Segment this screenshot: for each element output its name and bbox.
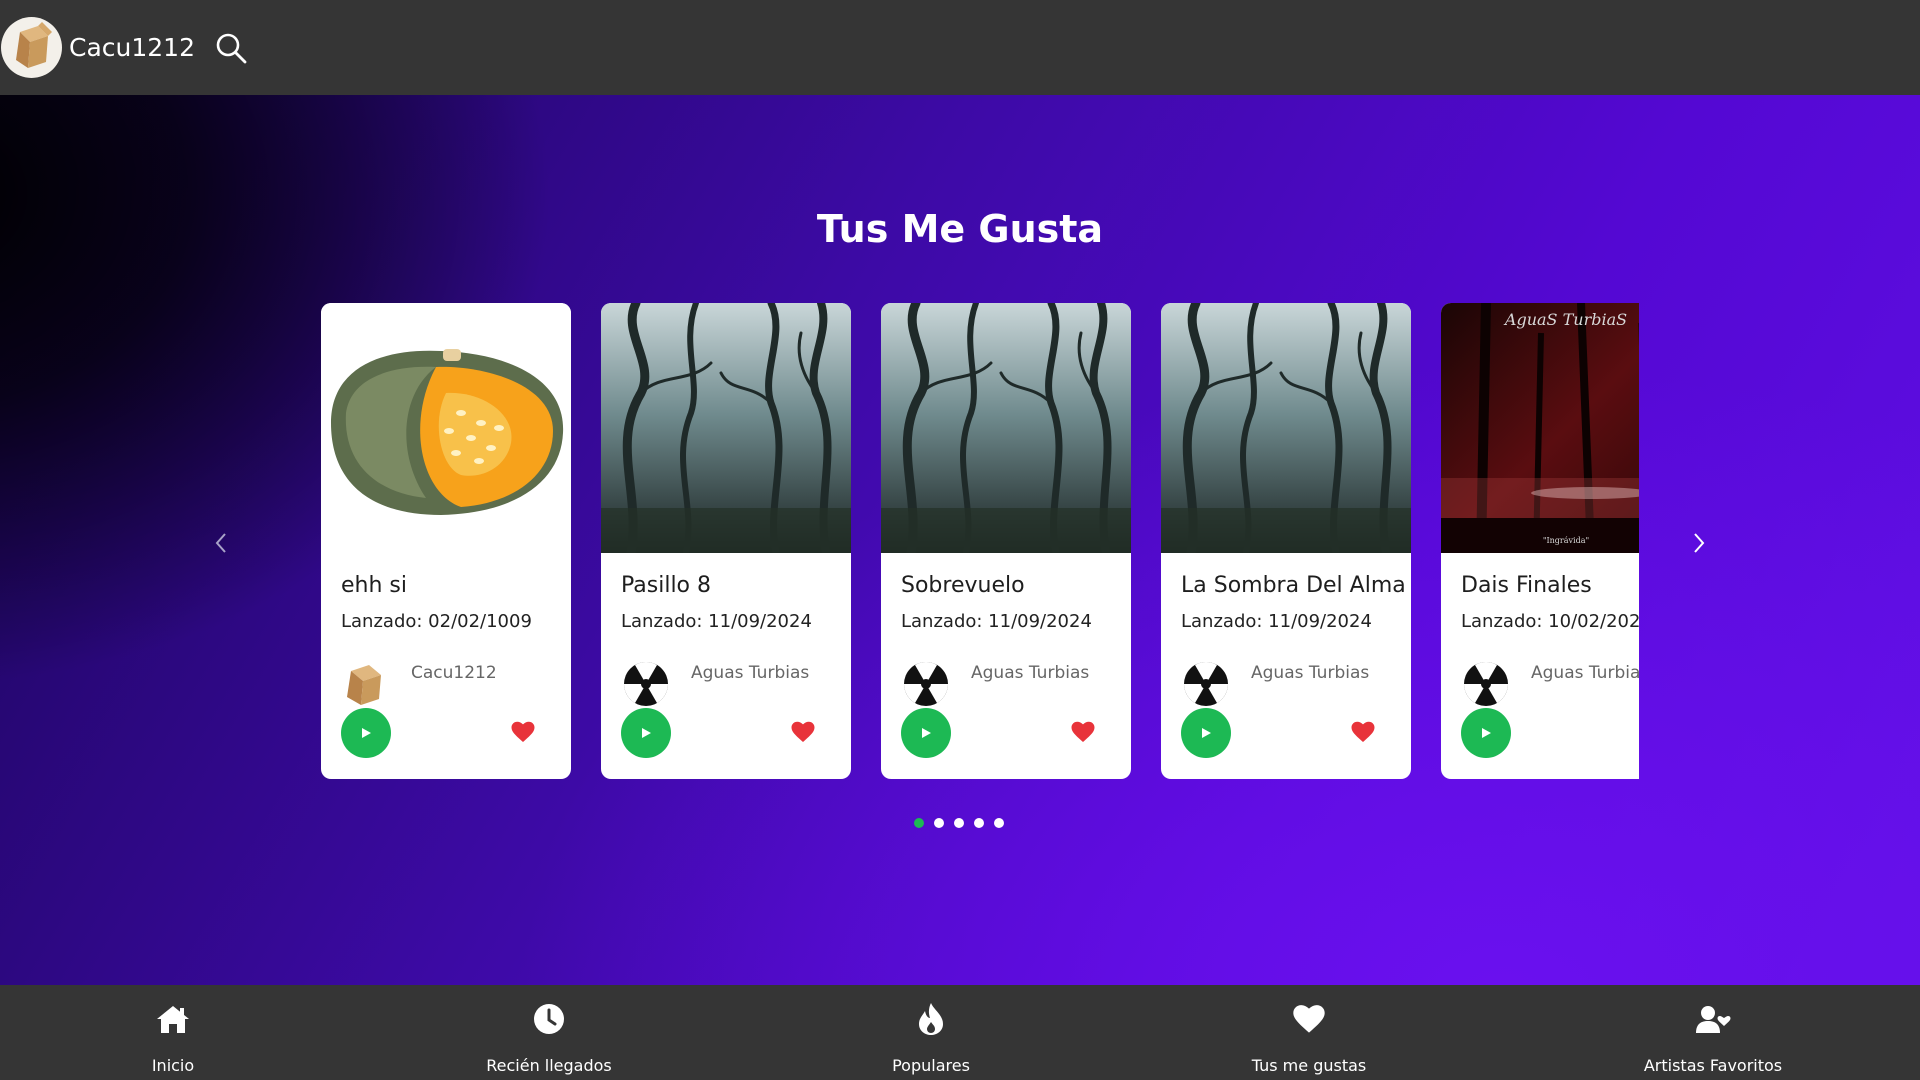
- cover-image-pumpkin: [321, 303, 571, 553]
- heart-icon: [1293, 1005, 1325, 1033]
- nav-item-recien-llegados[interactable]: Recién llegados: [439, 985, 659, 1080]
- song-title[interactable]: Dais Finales: [1461, 573, 1592, 598]
- artist-name[interactable]: Aguas Turbias: [1531, 663, 1639, 683]
- box-icon[interactable]: [341, 657, 391, 707]
- artist-name[interactable]: Cacu1212: [411, 663, 497, 683]
- pagination-dot[interactable]: [934, 818, 944, 828]
- song-title[interactable]: Sobrevuelo: [901, 573, 1025, 598]
- carousel-track: ehh si Lanzado: 02/02/1009 Cacu1212 Pasi…: [321, 303, 1639, 779]
- nav-item-populares[interactable]: Populares: [821, 985, 1041, 1080]
- song-card[interactable]: ehh si Lanzado: 02/02/1009 Cacu1212: [321, 303, 571, 779]
- box-icon: [15, 21, 52, 68]
- fire-icon: [919, 1003, 943, 1035]
- radiation-logo-icon[interactable]: [1181, 657, 1231, 707]
- cover-image-forest: [1161, 303, 1411, 553]
- pagination-dot[interactable]: [914, 818, 924, 828]
- favorites-section: Tus Me Gusta ehh si Lanzado: 02/02/1009 …: [0, 95, 1920, 985]
- username[interactable]: Cacu1212: [69, 33, 195, 62]
- search-icon: [216, 33, 247, 63]
- song-title[interactable]: La Sombra Del Alma: [1181, 573, 1406, 598]
- home-icon: [157, 1006, 189, 1033]
- heart-icon[interactable]: [511, 721, 535, 743]
- play-icon: [1482, 728, 1491, 738]
- bottom-nav: Inicio Recién llegados Populares Tus me …: [0, 985, 1920, 1080]
- play-icon: [922, 728, 931, 738]
- release-date: Lanzado: 02/02/1009: [341, 611, 532, 632]
- radiation-logo-icon[interactable]: [1461, 657, 1511, 707]
- play-icon: [362, 728, 371, 738]
- user-heart-icon: [1696, 1006, 1731, 1033]
- clock-icon: [534, 1004, 564, 1034]
- user-avatar[interactable]: [1, 17, 62, 78]
- release-date: Lanzado: 10/02/2024: [1461, 611, 1639, 632]
- heart-icon[interactable]: [1351, 721, 1375, 743]
- radiation-logo-icon[interactable]: [621, 657, 671, 707]
- song-card[interactable]: La Sombra Del Alma Lanzado: 11/09/2024 A…: [1161, 303, 1411, 779]
- song-title[interactable]: Pasillo 8: [621, 573, 711, 598]
- nav-item-tus-me-gustas[interactable]: Tus me gustas: [1199, 985, 1419, 1080]
- song-card[interactable]: Sobrevuelo Lanzado: 11/09/2024 Aguas Tur…: [881, 303, 1131, 779]
- section-title: Tus Me Gusta: [816, 207, 1104, 251]
- release-date: Lanzado: 11/09/2024: [621, 611, 812, 632]
- play-button[interactable]: [341, 708, 391, 758]
- top-bar: Cacu1212: [0, 0, 1920, 95]
- release-date: Lanzado: 11/09/2024: [901, 611, 1092, 632]
- nav-item-artistas-favoritos[interactable]: Artistas Favoritos: [1603, 985, 1823, 1080]
- play-icon: [1202, 728, 1211, 738]
- play-button[interactable]: [901, 708, 951, 758]
- artist-name[interactable]: Aguas Turbias: [691, 663, 809, 683]
- artist-name[interactable]: Aguas Turbias: [971, 663, 1089, 683]
- release-date: Lanzado: 11/09/2024: [1181, 611, 1372, 632]
- pagination-dot[interactable]: [974, 818, 984, 828]
- search-button[interactable]: [213, 30, 249, 66]
- pagination-dot[interactable]: [954, 818, 964, 828]
- nav-item-inicio[interactable]: Inicio: [63, 985, 283, 1080]
- song-card[interactable]: Pasillo 8 Lanzado: 11/09/2024 Aguas Turb…: [601, 303, 851, 779]
- heart-icon[interactable]: [791, 721, 815, 743]
- chevron-right-icon: [1694, 533, 1705, 553]
- cover-album-text: "Ingrávida": [1543, 536, 1589, 545]
- chevron-left-icon: [215, 533, 226, 553]
- play-button[interactable]: [1461, 708, 1511, 758]
- heart-icon[interactable]: [1071, 721, 1095, 743]
- artist-name[interactable]: Aguas Turbias: [1251, 663, 1369, 683]
- nav-label: Inicio: [151, 1056, 195, 1075]
- nav-label: Populares: [892, 1056, 970, 1075]
- radiation-logo-icon[interactable]: [901, 657, 951, 707]
- nav-label: Recién llegados: [486, 1056, 612, 1075]
- cover-band-text: AguaS TurbiaS: [1503, 310, 1627, 329]
- play-button[interactable]: [1181, 708, 1231, 758]
- play-button[interactable]: [621, 708, 671, 758]
- song-card[interactable]: AguaS TurbiaS "Ingrávida" Dais Finales L…: [1441, 303, 1639, 779]
- carousel-pagination: [914, 818, 1004, 828]
- nav-label: Tus me gustas: [1251, 1056, 1367, 1075]
- pagination-dot[interactable]: [994, 818, 1004, 828]
- play-icon: [642, 728, 651, 738]
- cover-image-forest: [881, 303, 1131, 553]
- nav-label: Artistas Favoritos: [1643, 1056, 1783, 1075]
- cover-image-forest: [601, 303, 851, 553]
- cover-image-red-forest: AguaS TurbiaS "Ingrávida": [1441, 303, 1639, 553]
- carousel-prev-button[interactable]: [206, 528, 236, 558]
- carousel-next-button[interactable]: [1684, 528, 1714, 558]
- song-title[interactable]: ehh si: [341, 573, 407, 598]
